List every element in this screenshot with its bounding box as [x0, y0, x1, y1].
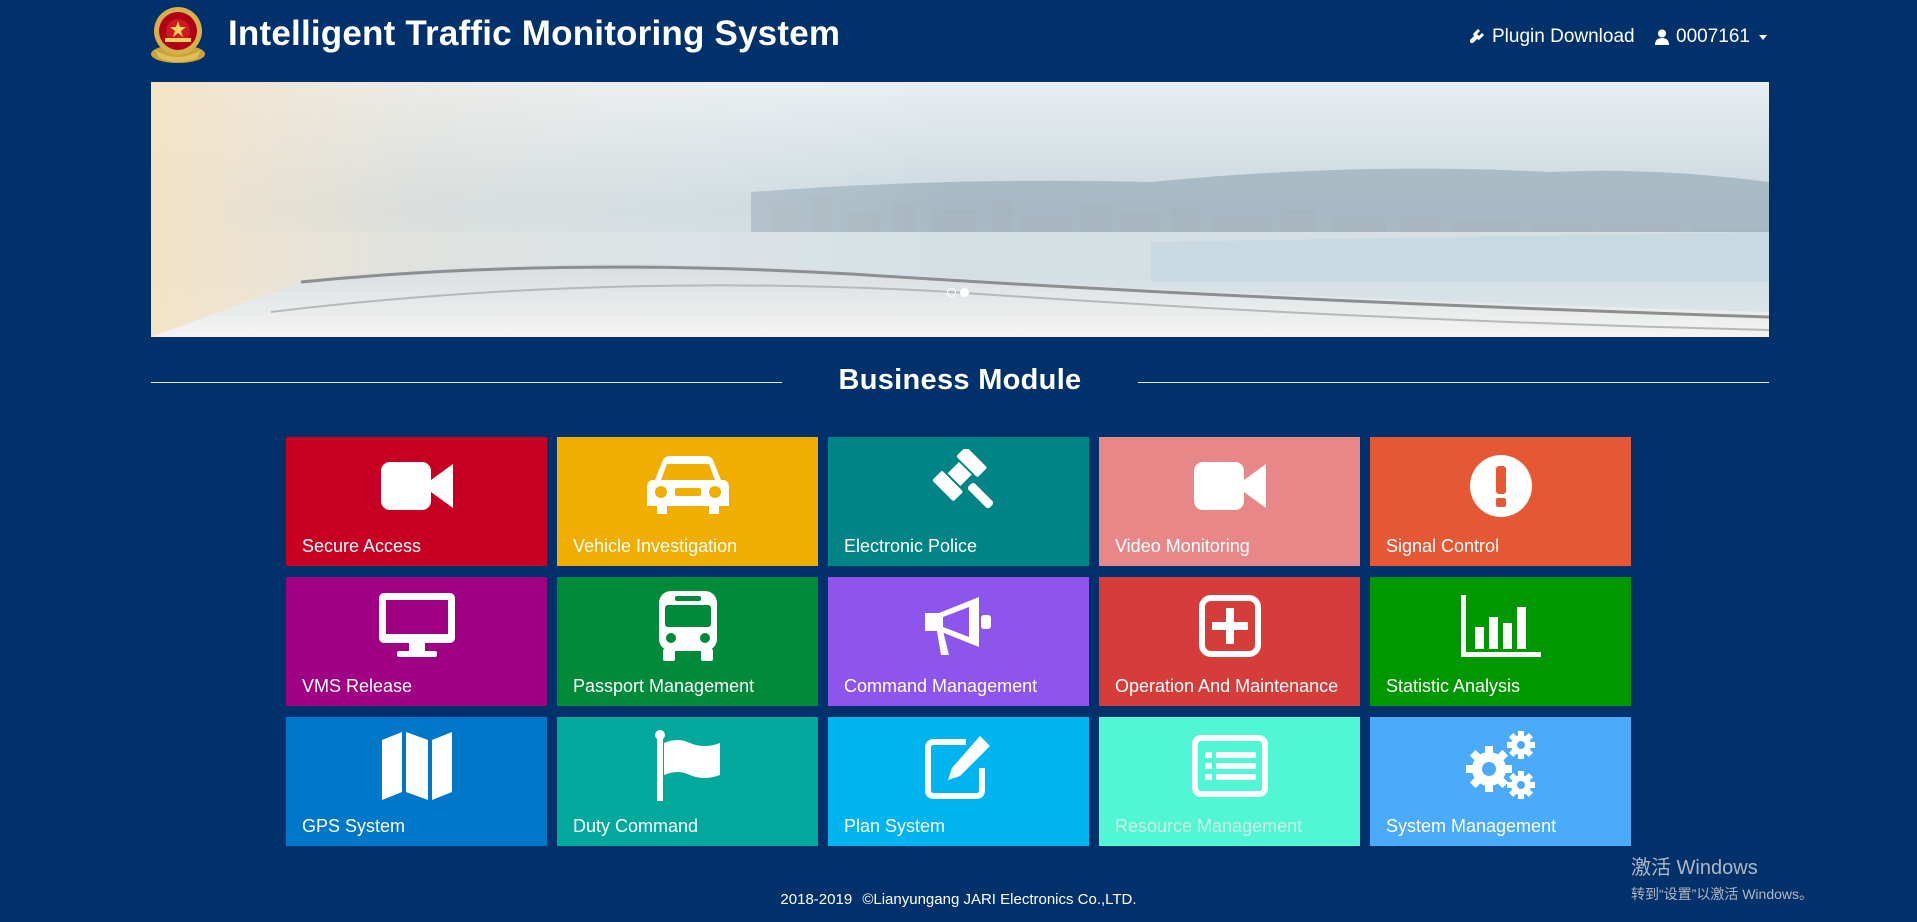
tile-vms-release[interactable]: VMS Release: [286, 577, 547, 706]
business-module-section: Business Module: [151, 362, 1769, 404]
chevron-down-icon: [1758, 34, 1767, 40]
carousel-dots: [947, 288, 969, 297]
plugin-download-label: Plugin Download: [1492, 26, 1635, 47]
plug-icon: [1470, 29, 1484, 43]
tile-gps-system[interactable]: GPS System: [286, 717, 547, 846]
user-id-label: 0007161: [1676, 26, 1750, 47]
watermark-line-1: 激活 Windows: [1631, 857, 1758, 879]
tile-operation-and-maintenance[interactable]: Operation And Maintenance: [1099, 577, 1360, 706]
tile-label: Vehicle Investigation: [573, 536, 738, 556]
top-header: Intelligent Traffic Monitoring System Pl…: [0, 0, 1917, 80]
tile-label: GPS System: [302, 816, 406, 836]
tile-label: Plan System: [844, 816, 946, 836]
tile-secure-access[interactable]: Secure Access: [286, 437, 547, 566]
bullhorn-icon: [914, 587, 1004, 665]
tile-label: Duty Command: [573, 816, 699, 836]
monitor-icon: [372, 587, 462, 665]
divider-right: [1138, 382, 1769, 383]
tile-label: Statistic Analysis: [1386, 676, 1521, 696]
video-camera-icon: [372, 447, 462, 525]
watermark-line-2: 转到“设置”以激活 Windows。: [1631, 886, 1814, 902]
tile-label: System Management: [1386, 816, 1557, 836]
tile-label: Signal Control: [1386, 536, 1500, 556]
banner-carousel: [151, 82, 1769, 337]
tile-vehicle-investigation[interactable]: Vehicle Investigation: [557, 437, 818, 566]
car-icon: [643, 447, 733, 525]
footer-years: 2018-2019: [780, 891, 853, 908]
bus-icon: [643, 587, 733, 665]
gears-icon: [1456, 727, 1546, 805]
tile-command-management[interactable]: Command Management: [828, 577, 1089, 706]
tile-label: Video Monitoring: [1115, 536, 1250, 556]
city-skyline-image: [151, 82, 1769, 337]
tile-video-monitoring[interactable]: Video Monitoring: [1099, 437, 1360, 566]
module-grid: Secure Access Vehicle Investigation Elec…: [286, 437, 1631, 846]
footer-copyright: ©Lianyungang JARI Electronics Co.,LTD.: [862, 891, 1137, 908]
police-emblem-logo: [149, 4, 207, 64]
footer: 2018-2019 ©Lianyungang JARI Electronics …: [0, 891, 1917, 908]
tile-system-management[interactable]: System Management: [1370, 717, 1631, 846]
tile-label: Command Management: [844, 676, 1038, 696]
tile-label: Resource Management: [1115, 816, 1303, 836]
user-icon: [1655, 29, 1669, 45]
edit-icon: [914, 727, 1004, 805]
plus-square-icon: [1185, 587, 1275, 665]
tile-label: VMS Release: [302, 676, 413, 696]
tile-duty-command[interactable]: Duty Command: [557, 717, 818, 846]
plugin-download-link[interactable]: Plugin Download: [1467, 26, 1635, 48]
tile-passport-management[interactable]: Passport Management: [557, 577, 818, 706]
tile-label: Operation And Maintenance: [1115, 676, 1339, 696]
tile-statistic-analysis[interactable]: Statistic Analysis: [1370, 577, 1631, 706]
divider-left: [151, 382, 782, 383]
flag-icon: [643, 727, 733, 805]
gavel-icon: [914, 447, 1004, 525]
tile-label: Passport Management: [573, 676, 755, 696]
bar-chart-icon: [1456, 587, 1546, 665]
app-title: Intelligent Traffic Monitoring System: [228, 14, 841, 53]
tile-plan-system[interactable]: Plan System: [828, 717, 1089, 846]
map-icon: [372, 727, 462, 805]
tile-resource-management[interactable]: Resource Management: [1099, 717, 1360, 846]
tile-signal-control[interactable]: Signal Control: [1370, 437, 1631, 566]
tile-label: Secure Access: [302, 536, 422, 556]
carousel-dot-2[interactable]: [960, 288, 969, 297]
section-title: Business Module: [838, 364, 1082, 396]
tile-label: Electronic Police: [844, 536, 978, 556]
carousel-dot-1[interactable]: [947, 288, 956, 297]
windows-activation-watermark: 激活 Windows 转到“设置”以激活 Windows。: [1631, 851, 1813, 904]
user-menu[interactable]: 0007161: [1655, 26, 1767, 48]
tile-electronic-police[interactable]: Electronic Police: [828, 437, 1089, 566]
video-camera-icon: [1185, 447, 1275, 525]
exclamation-circle-icon: [1456, 447, 1546, 525]
list-alt-icon: [1185, 727, 1275, 805]
